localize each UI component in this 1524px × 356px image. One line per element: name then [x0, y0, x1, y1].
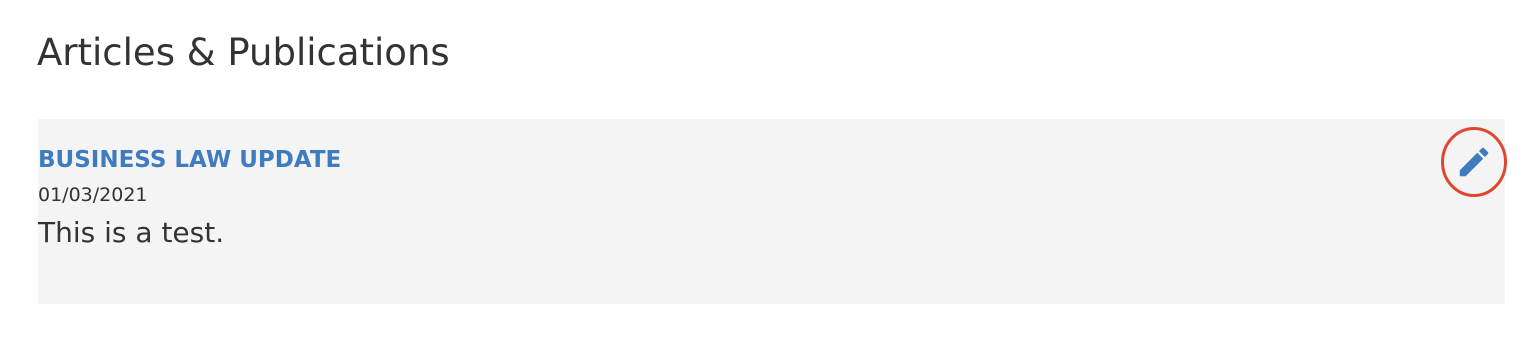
article-date: 01/03/2021 — [38, 184, 148, 206]
article-card: BUSINESS LAW UPDATE 01/03/2021 This is a… — [38, 119, 1508, 304]
pencil-icon — [1459, 147, 1489, 177]
page: Articles & Publications BUSINESS LAW UPD… — [0, 0, 1524, 356]
section-title: Articles & Publications — [37, 31, 450, 74]
article-body: This is a test. — [38, 216, 225, 249]
article-title-link[interactable]: BUSINESS LAW UPDATE — [38, 145, 341, 175]
edit-article-button[interactable] — [1440, 126, 1508, 198]
